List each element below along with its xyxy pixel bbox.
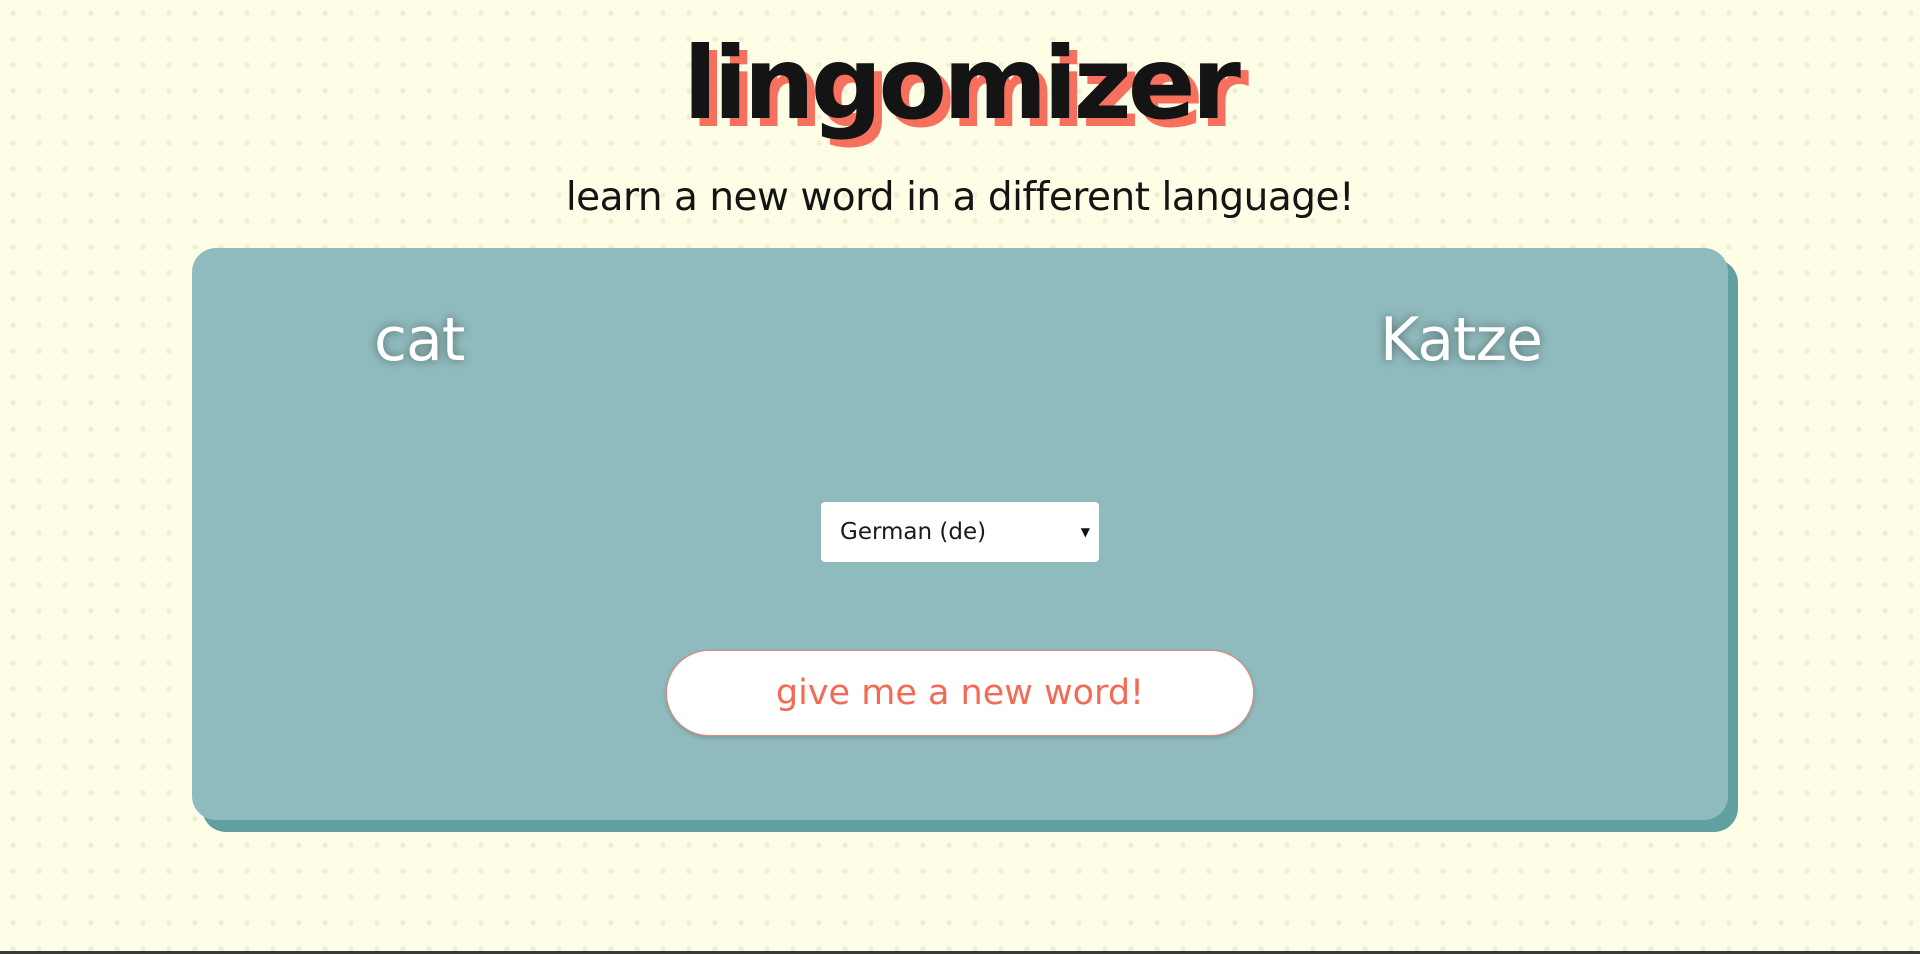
language-select[interactable]: German (de) ▼ — [821, 502, 1099, 562]
translated-word: Katze — [1380, 305, 1543, 375]
language-select-value: German (de) — [840, 519, 987, 545]
new-word-button[interactable]: give me a new word! — [666, 650, 1254, 736]
new-word-button-label: give me a new word! — [775, 673, 1145, 713]
app-subtitle: learn a new word in a different language… — [565, 175, 1355, 220]
dropdown-caret-icon: ▼ — [1080, 525, 1090, 539]
source-word: cat — [374, 305, 465, 375]
app-title: lingomizer — [683, 25, 1241, 142]
